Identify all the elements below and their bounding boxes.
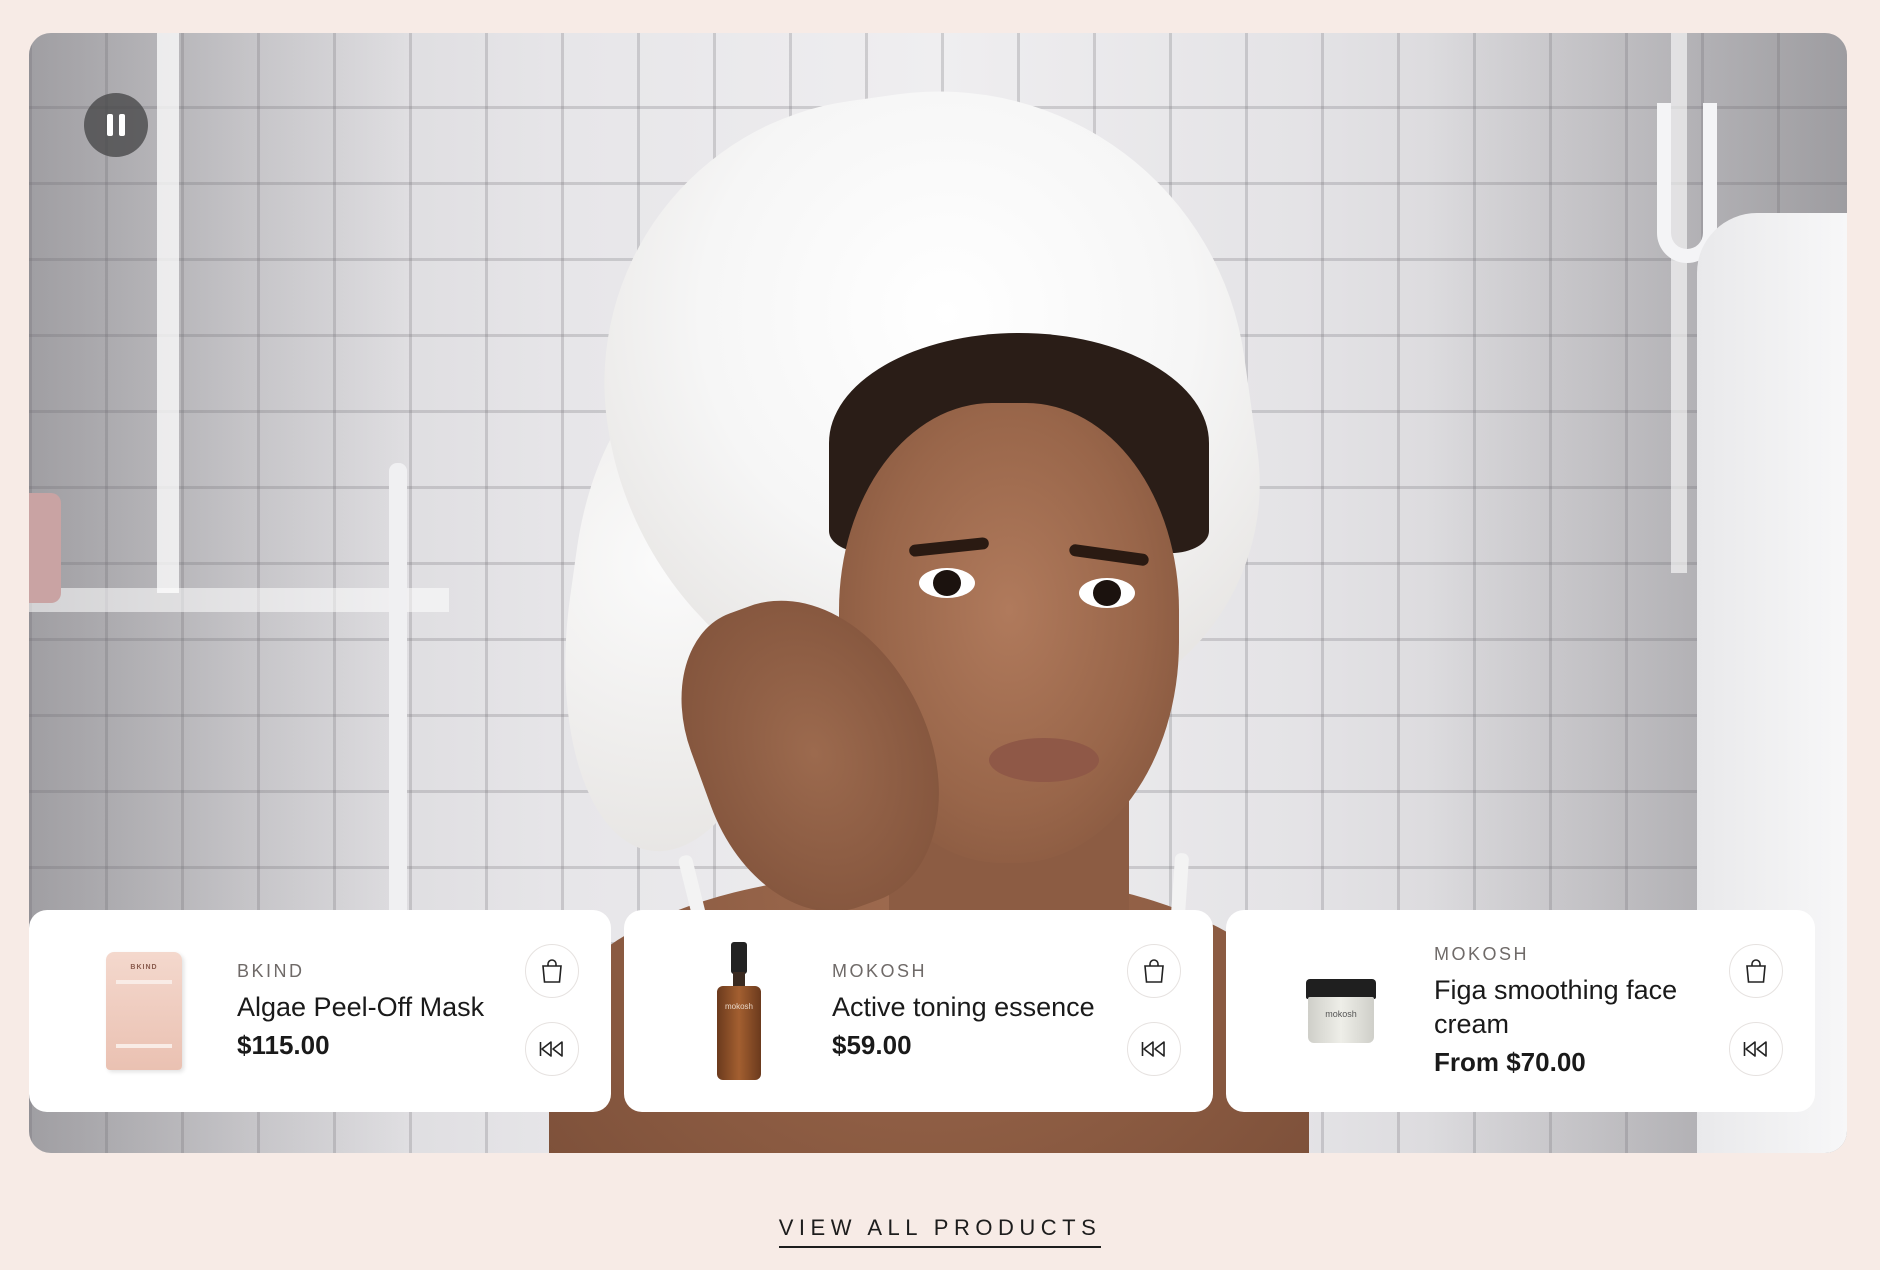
rewind-icon — [1743, 1041, 1767, 1057]
product-info: MOKOSH Active toning essence $59.00 — [832, 910, 1112, 1112]
jar-label: mokosh — [1325, 1009, 1357, 1019]
jar-lid — [1306, 979, 1376, 999]
shower-pipe — [389, 463, 407, 983]
product-brand: MOKOSH — [1434, 944, 1530, 964]
product-card[interactable]: mokosh MOKOSH Active toning essence $59.… — [624, 910, 1213, 1112]
product-brand: BKIND — [237, 961, 305, 981]
mask-pouch-image: BKIND — [106, 952, 182, 1070]
product-card[interactable]: BKIND BKIND Algae Peel-Off Mask $115.00 — [29, 910, 611, 1112]
view-all-products-link[interactable]: VIEW ALL PRODUCTS — [778, 1215, 1102, 1248]
product-price: $115.00 — [237, 1030, 330, 1060]
product-brand: MOKOSH — [832, 961, 928, 981]
add-to-cart-button[interactable] — [1127, 944, 1181, 998]
product-info: BKIND Algae Peel-Off Mask $115.00 — [237, 910, 517, 1112]
bottle-body — [717, 986, 761, 1080]
product-name[interactable]: Active toning essence — [832, 990, 1112, 1024]
pouch-label: BKIND — [130, 964, 158, 971]
shopping-bag-icon — [1746, 959, 1766, 983]
jump-to-moment-button[interactable] — [525, 1022, 579, 1076]
wall-corner-left — [157, 33, 179, 593]
view-all-wrapper: VIEW ALL PRODUCTS — [0, 1215, 1880, 1248]
essence-bottle-image: mokosh — [717, 942, 761, 1080]
pause-button[interactable] — [84, 93, 148, 157]
jump-to-moment-button[interactable] — [1127, 1022, 1181, 1076]
product-card[interactable]: mokosh MOKOSH Figa smoothing face cream … — [1226, 910, 1815, 1112]
cream-jar-image: mokosh — [1306, 979, 1376, 1043]
rewind-icon — [539, 1041, 563, 1057]
product-name[interactable]: Figa smoothing face cream — [1434, 973, 1714, 1041]
pause-icon — [107, 114, 113, 136]
product-price: From $70.00 — [1434, 1047, 1586, 1077]
shopping-bag-icon — [542, 959, 562, 983]
product-thumbnail[interactable]: mokosh — [1266, 936, 1416, 1086]
product-thumbnail[interactable]: mokosh — [664, 936, 814, 1086]
add-to-cart-button[interactable] — [1729, 944, 1783, 998]
bottle-label: mokosh — [724, 1002, 753, 1011]
pink-bottle — [29, 493, 61, 603]
eye-left — [919, 568, 975, 598]
rewind-icon — [1141, 1041, 1165, 1057]
pause-icon-bar — [119, 114, 125, 136]
lips — [989, 738, 1099, 782]
eye-right — [1079, 578, 1135, 608]
product-price: $59.00 — [832, 1030, 912, 1060]
shower-ledge — [29, 588, 449, 612]
product-info: MOKOSH Figa smoothing face cream From $7… — [1434, 910, 1714, 1112]
product-name[interactable]: Algae Peel-Off Mask — [237, 990, 517, 1024]
product-thumbnail[interactable]: BKIND — [69, 936, 219, 1086]
bottle-cap — [731, 942, 747, 974]
add-to-cart-button[interactable] — [525, 944, 579, 998]
jump-to-moment-button[interactable] — [1729, 1022, 1783, 1076]
shopping-bag-icon — [1144, 959, 1164, 983]
jar-base — [1308, 997, 1374, 1043]
product-cards: BKIND BKIND Algae Peel-Off Mask $115.00 — [29, 910, 1847, 1112]
